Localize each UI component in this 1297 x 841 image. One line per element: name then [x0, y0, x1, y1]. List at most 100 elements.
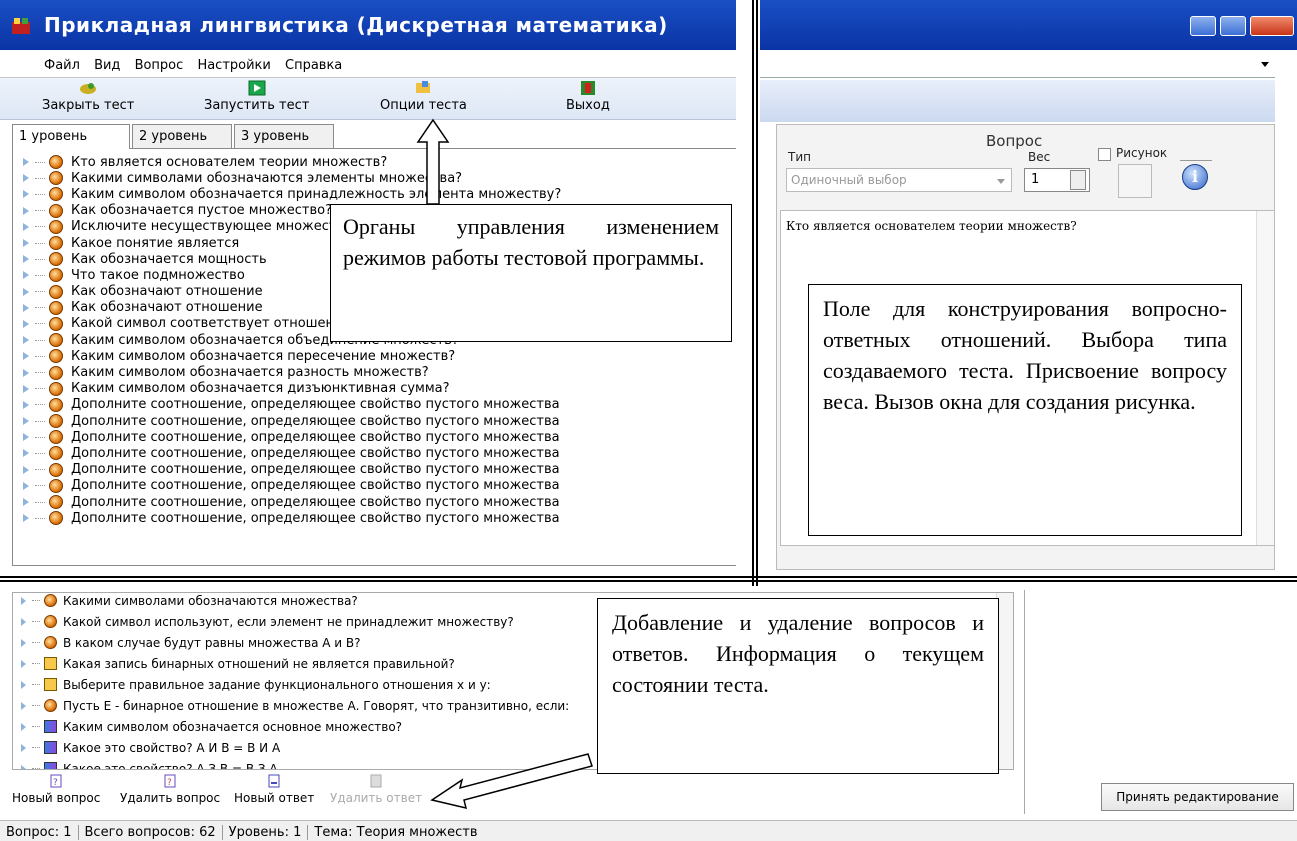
menu-file[interactable]: Файл [44, 58, 80, 73]
question-icon [49, 333, 63, 348]
question-row[interactable]: Дополните соотношение, определяющее свой… [13, 397, 736, 413]
expand-icon[interactable] [23, 417, 29, 426]
tab-level-1[interactable]: 1 уровень [12, 124, 130, 149]
expand-icon[interactable] [23, 352, 29, 361]
test-options-button[interactable]: Опции теста [380, 80, 467, 113]
expand-icon[interactable] [23, 239, 29, 248]
question-row[interactable]: Дополните соотношение, определяющее свой… [13, 478, 736, 494]
expand-icon[interactable] [23, 481, 29, 490]
question-text: Как обозначают отношение [71, 284, 263, 300]
question-icon [49, 236, 63, 251]
weight-label: Вес [1028, 150, 1051, 164]
expand-icon[interactable] [23, 465, 29, 474]
expand-icon[interactable] [23, 190, 29, 199]
expand-icon[interactable] [23, 433, 29, 442]
expand-icon[interactable] [21, 722, 26, 731]
expand-icon[interactable] [23, 174, 29, 183]
new-question-button[interactable]: ? Новый вопрос [12, 772, 100, 805]
tab-level-2[interactable]: 2 уровень [132, 124, 232, 148]
question-icon [49, 203, 63, 218]
question-row[interactable]: Дополните соотношение, определяющее свой… [13, 445, 736, 461]
tree-connector [35, 177, 45, 179]
maximize-icon[interactable] [1220, 16, 1246, 36]
question-row[interactable]: Дополните соотношение, определяющее свой… [13, 462, 736, 478]
question-icon [49, 495, 63, 510]
menu-question[interactable]: Вопрос [135, 58, 184, 73]
question-icon [49, 252, 63, 267]
checkbox-question-icon [44, 678, 57, 691]
expand-icon[interactable] [23, 336, 29, 345]
expand-icon[interactable] [21, 743, 26, 752]
menu-bar: Файл Вид Вопрос Настройки Справка [0, 52, 736, 78]
expand-icon[interactable] [21, 617, 26, 626]
question-text: Дополните соотношение, определяющее свой… [71, 413, 560, 429]
question-row[interactable]: Каким символом обозначается пересечение … [13, 348, 736, 364]
question-row[interactable]: Дополните соотношение, определяющее свой… [13, 510, 736, 526]
question-row[interactable]: Дополните соотношение, определяющее свой… [13, 494, 736, 510]
delete-question-label: Удалить вопрос [120, 791, 221, 805]
expand-icon[interactable] [23, 384, 29, 393]
accept-edit-button[interactable]: Принять редактирование [1101, 783, 1294, 811]
question-row[interactable]: Каким символом обозначается разность мно… [13, 364, 736, 380]
info-icon[interactable]: i [1182, 164, 1208, 190]
expand-icon[interactable] [21, 701, 26, 710]
question-row[interactable]: Дополните соотношение, определяющее свой… [13, 413, 736, 429]
expand-icon[interactable] [23, 206, 29, 215]
picture-checkbox[interactable] [1098, 148, 1111, 161]
picture-preview[interactable] [1118, 164, 1152, 198]
tree-connector [35, 307, 45, 309]
expand-icon[interactable] [23, 319, 29, 328]
delete-question-button[interactable]: ? Удалить вопрос [120, 772, 220, 805]
question-icon [49, 155, 63, 170]
tree-connector [35, 355, 45, 357]
question-row[interactable]: Кто является основателем теории множеств… [13, 154, 736, 170]
close-icon[interactable] [1250, 16, 1294, 36]
question-row[interactable]: Каким символом обозначается принадлежнос… [13, 186, 736, 202]
tree-connector [32, 726, 40, 727]
minimize-icon[interactable] [1190, 16, 1216, 36]
question-row[interactable]: Какими символами обозначаются элементы м… [13, 170, 736, 186]
exit-button[interactable]: Выход [566, 80, 610, 113]
tree-connector [35, 388, 45, 390]
topic-combo[interactable] [760, 52, 1275, 78]
expand-icon[interactable] [23, 498, 29, 507]
delete-answer-button[interactable]: Удалить ответ [330, 772, 422, 805]
tab-level-3[interactable]: 3 уровень [234, 124, 334, 148]
expand-icon[interactable] [23, 287, 29, 296]
expand-icon[interactable] [23, 222, 29, 231]
status-level: Уровень: 1 [228, 825, 309, 840]
expand-icon[interactable] [23, 449, 29, 458]
question-row[interactable]: Дополните соотношение, определяющее свой… [13, 429, 736, 445]
expand-icon[interactable] [21, 596, 26, 605]
expand-icon[interactable] [21, 680, 26, 689]
editor-scrollbar[interactable] [1256, 211, 1274, 545]
app-icon [12, 18, 30, 34]
expand-icon[interactable] [21, 764, 26, 769]
expand-icon[interactable] [21, 638, 26, 647]
editor-toolbar [760, 80, 1275, 122]
expand-icon[interactable] [23, 303, 29, 312]
expand-icon[interactable] [23, 368, 29, 377]
expand-icon[interactable] [23, 158, 29, 167]
menu-help[interactable]: Справка [285, 58, 342, 73]
horizontal-divider [0, 576, 1297, 582]
menu-view[interactable]: Вид [94, 58, 120, 73]
weight-spinner[interactable] [1070, 170, 1086, 190]
menu-settings[interactable]: Настройки [197, 58, 270, 73]
tree-connector [35, 501, 45, 503]
list-item-text: Пусть Е - бинарное отношение в множестве… [63, 698, 570, 713]
close-test-button[interactable]: Закрыть тест [42, 80, 134, 113]
question-row[interactable]: Каким символом обозначается дизъюнктивна… [13, 381, 736, 397]
expand-icon[interactable] [21, 659, 26, 668]
expand-icon[interactable] [23, 271, 29, 280]
type-select[interactable]: Одиночный выбор [786, 168, 1012, 192]
new-answer-button[interactable]: Новый ответ [234, 772, 314, 805]
expand-icon[interactable] [23, 400, 29, 409]
tree-connector [32, 663, 40, 664]
callout-field: Поле для конструирования вопросно-ответн… [808, 284, 1242, 536]
run-test-button[interactable]: Запустить тест [204, 80, 309, 113]
expand-icon[interactable] [23, 514, 29, 523]
tree-connector [35, 210, 45, 212]
play-icon [248, 80, 266, 96]
expand-icon[interactable] [23, 255, 29, 264]
